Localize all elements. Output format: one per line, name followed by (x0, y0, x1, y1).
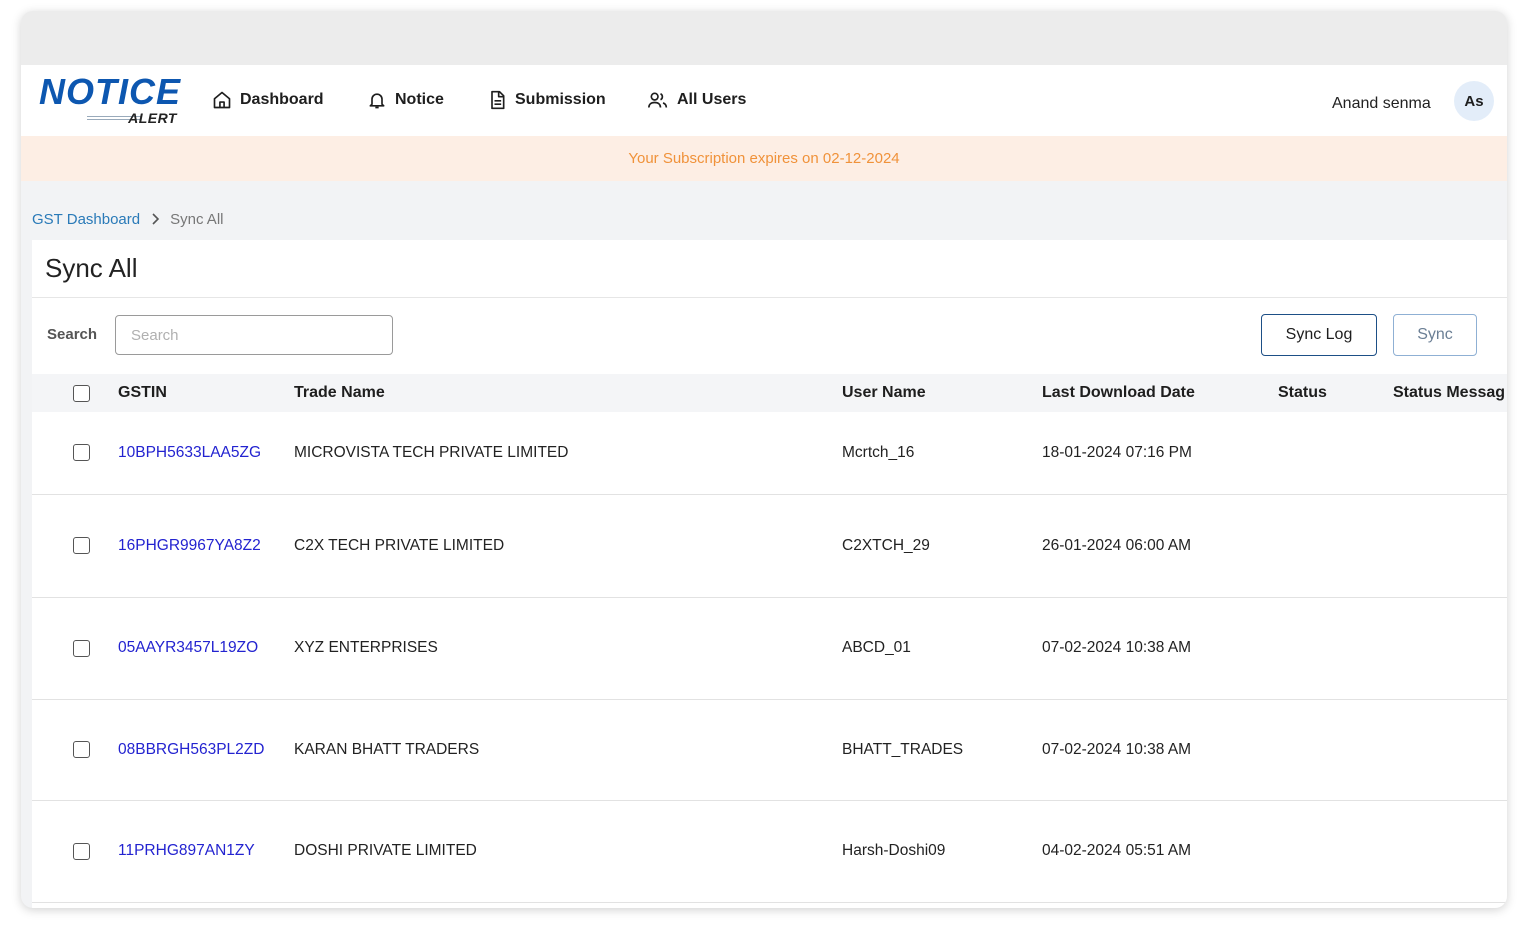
column-header-last-download-date[interactable]: Last Download Date (1042, 374, 1278, 412)
nav-submission[interactable]: Submission (487, 87, 606, 113)
status-cell (1278, 494, 1393, 598)
sync-log-button[interactable]: Sync Log (1261, 314, 1377, 356)
row-checkbox[interactable] (73, 639, 90, 657)
last-download-cell: 04-02-2024 05:51 AM (1042, 800, 1278, 903)
bell-icon (369, 93, 385, 109)
trade-name-cell: XYZ ENTERPRISES (294, 597, 842, 700)
breadcrumb-current: Sync All (170, 211, 224, 228)
column-header-gstin[interactable]: GSTIN (118, 374, 294, 412)
nav-dashboard-label: Dashboard (240, 91, 324, 108)
row-select-cell (32, 800, 118, 903)
user-name-cell: C2XTCH_29 (842, 494, 1042, 598)
table-header-row: GSTIN Trade Name User Name Last Download… (32, 374, 1507, 412)
nav-all-users-label: All Users (677, 91, 747, 108)
gstin-link[interactable]: 10BPH5633LAA5ZG (118, 412, 294, 495)
window-titlebar (21, 11, 1507, 65)
logo[interactable]: NOTICE ALERT (39, 71, 182, 130)
column-header-status[interactable]: Status (1278, 374, 1393, 412)
status-message-cell (1393, 412, 1507, 495)
table-row[interactable]: 10BPH5633LAA5ZG MICROVISTA TECH PRIVATE … (32, 412, 1507, 495)
logo-subtext: ALERT (128, 110, 177, 126)
user-name-cell: ABCD_01 (842, 597, 1042, 700)
chevron-right-icon (150, 212, 160, 228)
toolbar: Search Sync Log Sync (32, 298, 1507, 374)
gstin-link[interactable]: 08BBRGH563PL2ZD (118, 699, 294, 801)
document-icon (491, 90, 505, 110)
trade-name-cell: MICROVISTA TECH PRIVATE LIMITED (294, 412, 842, 495)
last-download-cell: 07-02-2024 10:38 AM (1042, 699, 1278, 801)
status-message-cell (1393, 699, 1507, 801)
nav-all-users[interactable]: All Users (647, 87, 746, 113)
row-select-cell (32, 494, 118, 598)
app-window: NOTICE ALERT Dashboard Notice Submission… (21, 11, 1507, 908)
gstin-table: GSTIN Trade Name User Name Last Download… (32, 374, 1507, 903)
table-row[interactable]: 08BBRGH563PL2ZD KARAN BHATT TRADERS BHAT… (32, 699, 1507, 801)
select-all-cell (32, 374, 118, 412)
user-name-cell: BHATT_TRADES (842, 699, 1042, 801)
gstin-link[interactable]: 05AAYR3457L19ZO (118, 597, 294, 700)
nav-submission-label: Submission (515, 91, 606, 108)
breadcrumb-link-gst-dashboard[interactable]: GST Dashboard (32, 211, 140, 228)
select-all-checkbox[interactable] (73, 384, 90, 402)
row-checkbox[interactable] (73, 741, 90, 758)
table-row[interactable]: 16PHGR9967YA8Z2 C2X TECH PRIVATE LIMITED… (32, 494, 1507, 598)
trade-name-cell: KARAN BHATT TRADERS (294, 699, 842, 801)
search-input[interactable] (115, 315, 393, 355)
column-header-trade-name[interactable]: Trade Name (294, 374, 842, 412)
row-checkbox[interactable] (73, 444, 90, 462)
table-row[interactable]: 05AAYR3457L19ZO XYZ ENTERPRISES ABCD_01 … (32, 597, 1507, 700)
nav-dashboard[interactable]: Dashboard (212, 87, 324, 113)
row-select-cell (32, 699, 118, 801)
row-checkbox[interactable] (73, 537, 90, 554)
subscription-banner: Your Subscription expires on 02-12-2024 (21, 136, 1507, 181)
user-name-cell: Mcrtch_16 (842, 412, 1042, 495)
page-title: Sync All (32, 240, 1507, 298)
user-name-cell: Harsh-Doshi09 (842, 800, 1042, 903)
logo-text: NOTICE (39, 71, 182, 112)
users-icon (648, 92, 668, 108)
status-cell (1278, 699, 1393, 801)
last-download-cell: 26-01-2024 06:00 AM (1042, 494, 1278, 598)
table-row[interactable]: 11PRHG897AN1ZY DOSHI PRIVATE LIMITED Har… (32, 800, 1507, 903)
row-select-cell (32, 412, 118, 495)
last-download-cell: 07-02-2024 10:38 AM (1042, 597, 1278, 700)
top-navigation: NOTICE ALERT Dashboard Notice Submission… (21, 65, 1507, 136)
column-header-user-name[interactable]: User Name (842, 374, 1042, 412)
page-title-text: Sync All (45, 253, 138, 283)
trade-name-cell: C2X TECH PRIVATE LIMITED (294, 494, 842, 598)
status-message-cell (1393, 800, 1507, 903)
status-message-cell (1393, 597, 1507, 700)
row-checkbox[interactable] (73, 842, 90, 860)
status-message-cell (1393, 494, 1507, 598)
nav-notice[interactable]: Notice (367, 87, 444, 113)
trade-name-cell: DOSHI PRIVATE LIMITED (294, 800, 842, 903)
column-header-status-message[interactable]: Status Messag (1393, 374, 1507, 412)
home-icon (213, 91, 231, 109)
search-label: Search (47, 326, 98, 343)
status-cell (1278, 597, 1393, 700)
user-name[interactable]: Anand senma (1332, 95, 1431, 113)
breadcrumb: GST Dashboard Sync All (32, 211, 223, 228)
nav-notice-label: Notice (395, 91, 444, 108)
gstin-link[interactable]: 11PRHG897AN1ZY (118, 800, 294, 903)
status-cell (1278, 800, 1393, 903)
sync-button[interactable]: Sync (1393, 314, 1477, 356)
row-select-cell (32, 597, 118, 700)
sync-all-panel: Sync All Search Sync Log Sync GSTIN (32, 240, 1507, 908)
last-download-cell: 18-01-2024 07:16 PM (1042, 412, 1278, 495)
subscription-banner-text: Your Subscription expires on 02-12-2024 (628, 150, 900, 167)
avatar[interactable]: As (1454, 81, 1494, 121)
status-cell (1278, 412, 1393, 495)
gstin-link[interactable]: 16PHGR9967YA8Z2 (118, 494, 294, 598)
